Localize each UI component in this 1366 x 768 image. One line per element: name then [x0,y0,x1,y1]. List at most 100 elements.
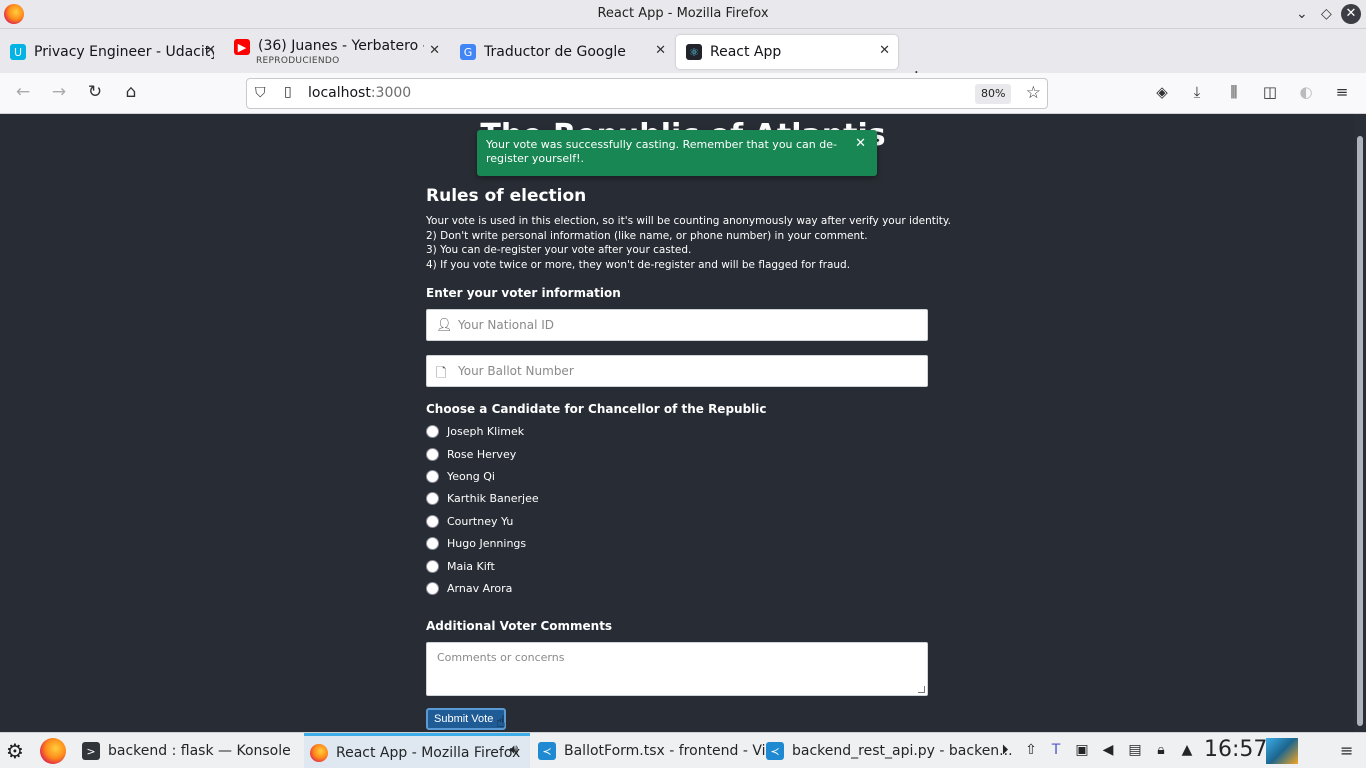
candidate-name: Courtney Yu [447,514,514,528]
resize-handle-icon[interactable] [918,686,925,693]
panel-menu-icon[interactable]: ≡ [1340,741,1353,760]
radio-button[interactable] [426,581,439,595]
ballot-number-field[interactable]: 🗋︎ [426,355,928,387]
submit-vote-button[interactable]: Submit Vote [426,708,506,730]
teams-icon[interactable]: T [1047,742,1065,758]
tray-expand-icon[interactable]: ▲ [1178,742,1196,758]
task-konsole[interactable]: > backend : flask — Konsole [76,733,302,768]
page-scrollbar[interactable] [1354,114,1366,732]
pointer-cursor-icon: ☝ [496,712,506,731]
media-player-icon[interactable]: ⏵ [996,742,1014,758]
radio-button[interactable] [426,514,439,528]
candidate-option[interactable]: Rose Hervey [426,446,516,462]
candidate-option[interactable]: Hugo Jennings [426,535,526,551]
rules-title: Rules of election [426,186,587,206]
task-label: backend_rest_api.py - backen... [792,743,1013,759]
comments-box[interactable] [426,642,928,696]
tab-react-app[interactable]: ⚛ React App ✕ [676,35,898,69]
comments-textarea[interactable] [427,643,927,695]
back-arrow-icon[interactable]: ← [12,82,34,102]
address-bar[interactable]: ⛉ ▯ localhost:3000 80% ☆ [246,78,1048,109]
tab-label: Traductor de Google [484,44,626,60]
radio-button[interactable] [426,491,439,505]
rule-line: 4) If you vote twice or more, they won't… [426,258,851,271]
radio-button[interactable] [426,424,439,438]
page-info-icon[interactable]: ▯ [284,84,292,100]
tab-google-translate[interactable]: G Traductor de Google ✕ [450,35,674,69]
clock[interactable]: 16:57 [1204,737,1267,762]
task-vscode-ballotform[interactable]: ≺ BallotForm.tsx - frontend - Vi... [532,733,779,768]
tab-label: React App [710,44,782,60]
radio-button[interactable] [426,469,439,483]
tab-label: (36) Juanes - Yerbatero - Yo [258,38,424,54]
candidate-option[interactable]: Arnav Arora [426,580,512,596]
url-text[interactable]: localhost:3000 [308,85,411,101]
updates-icon[interactable]: ⇧ [1022,742,1040,758]
toast-message: Your vote was successfully casting. Reme… [486,138,837,165]
account-icon[interactable]: ◐ [1295,83,1317,101]
rule-line: 3) You can de-register your vote after y… [426,244,692,256]
navigation-toolbar: ← → ↻ ⌂ ⛉ ▯ localhost:3000 80% ☆ ◈ ⤓ ⫼ ◫… [0,73,1366,114]
tab-youtube[interactable]: ▶ (36) Juanes - Yerbatero - Yo REPRODUCI… [224,35,448,69]
task-label: React App - Mozilla Firefox [336,744,521,761]
ballot-number-input[interactable] [458,356,918,386]
home-icon[interactable]: ⌂ [120,82,142,102]
reload-icon[interactable]: ↻ [84,82,106,102]
google-translate-icon: G [460,44,476,60]
terminal-icon: > [82,742,100,760]
volume-icon[interactable]: ◀ [1099,742,1117,758]
tab-udacity[interactable]: U Privacy Engineer - Udacity ✕ [0,35,224,69]
pocket-icon[interactable]: ◈ [1151,83,1173,101]
tab-close-icon[interactable]: ✕ [879,43,890,58]
vscode-icon: ≺ [538,742,556,760]
candidate-option[interactable]: Courtney Yu [426,513,513,529]
forward-arrow-icon[interactable]: → [48,82,70,102]
radio-button[interactable] [426,536,439,550]
minimize-icon[interactable]: ⌄ [1296,6,1308,22]
scrollbar-thumb[interactable] [1357,136,1363,726]
kde-launcher-icon[interactable]: ⚙ [6,739,24,763]
radio-button[interactable] [426,559,439,573]
window-titlebar: React App - Mozilla Firefox ⌄ ◇ ✕ [0,0,1366,29]
tab-strip: U Privacy Engineer - Udacity ✕ ▶ (36) Ju… [0,29,1366,89]
national-id-field[interactable]: 👤︎ [426,309,928,341]
candidate-name: Karthik Banerjee [447,491,539,505]
lock-icon[interactable]: 🔒︎ [1152,742,1170,758]
rules-list: Your vote is used in this election, so i… [426,214,951,272]
bookmark-star-icon[interactable]: ☆ [1026,83,1041,103]
firefox-launcher-icon[interactable] [40,738,66,764]
clipboard-icon[interactable]: ▤ [1126,742,1144,758]
library-icon[interactable]: ⫼ [1223,83,1245,101]
candidate-option[interactable]: Yeong Qi [426,468,495,484]
task-vscode-backend[interactable]: ≺ backend_rest_api.py - backen... [760,733,1013,768]
tab-playing-label: REPRODUCIENDO [256,56,340,66]
zoom-level-badge[interactable]: 80% [975,84,1012,104]
candidate-option[interactable]: Maia Kift [426,558,495,574]
candidate-option[interactable]: Karthik Banerjee [426,490,539,506]
tracking-shield-icon[interactable]: ⛉ [255,85,266,101]
window-close-button[interactable]: ✕ [1341,4,1361,24]
candidate-option[interactable]: Joseph Klimek [426,423,524,439]
national-id-input[interactable] [458,310,918,340]
tab-close-icon[interactable]: ✕ [429,43,440,58]
desktop-pager[interactable] [1266,738,1298,764]
sidebar-icon[interactable]: ◫ [1259,83,1281,101]
tab-close-icon[interactable]: ✕ [205,43,216,58]
task-label: BallotForm.tsx - frontend - Vi... [564,743,779,759]
toast-close-icon[interactable]: ✕ [855,137,866,151]
task-firefox[interactable]: React App - Mozilla Firefox [304,733,530,768]
document-icon: 🗋︎ [436,366,447,381]
audio-playing-icon[interactable]: 🔊︎ [505,742,523,758]
restore-icon[interactable]: ◇ [1321,6,1332,22]
window-title: React App - Mozilla Firefox [597,6,769,21]
tab-close-icon[interactable]: ✕ [655,43,666,58]
downloads-icon[interactable]: ⤓ [1186,83,1208,101]
candidate-label: Choose a Candidate for Chancellor of the… [426,402,767,416]
candidate-name: Arnav Arora [447,581,513,595]
network-icon[interactable]: ▣ [1073,742,1091,758]
udacity-icon: U [10,44,26,60]
hamburger-menu-icon[interactable]: ≡ [1331,83,1353,101]
radio-button[interactable] [426,447,439,461]
vscode-icon: ≺ [766,742,784,760]
candidate-name: Hugo Jennings [447,536,527,550]
